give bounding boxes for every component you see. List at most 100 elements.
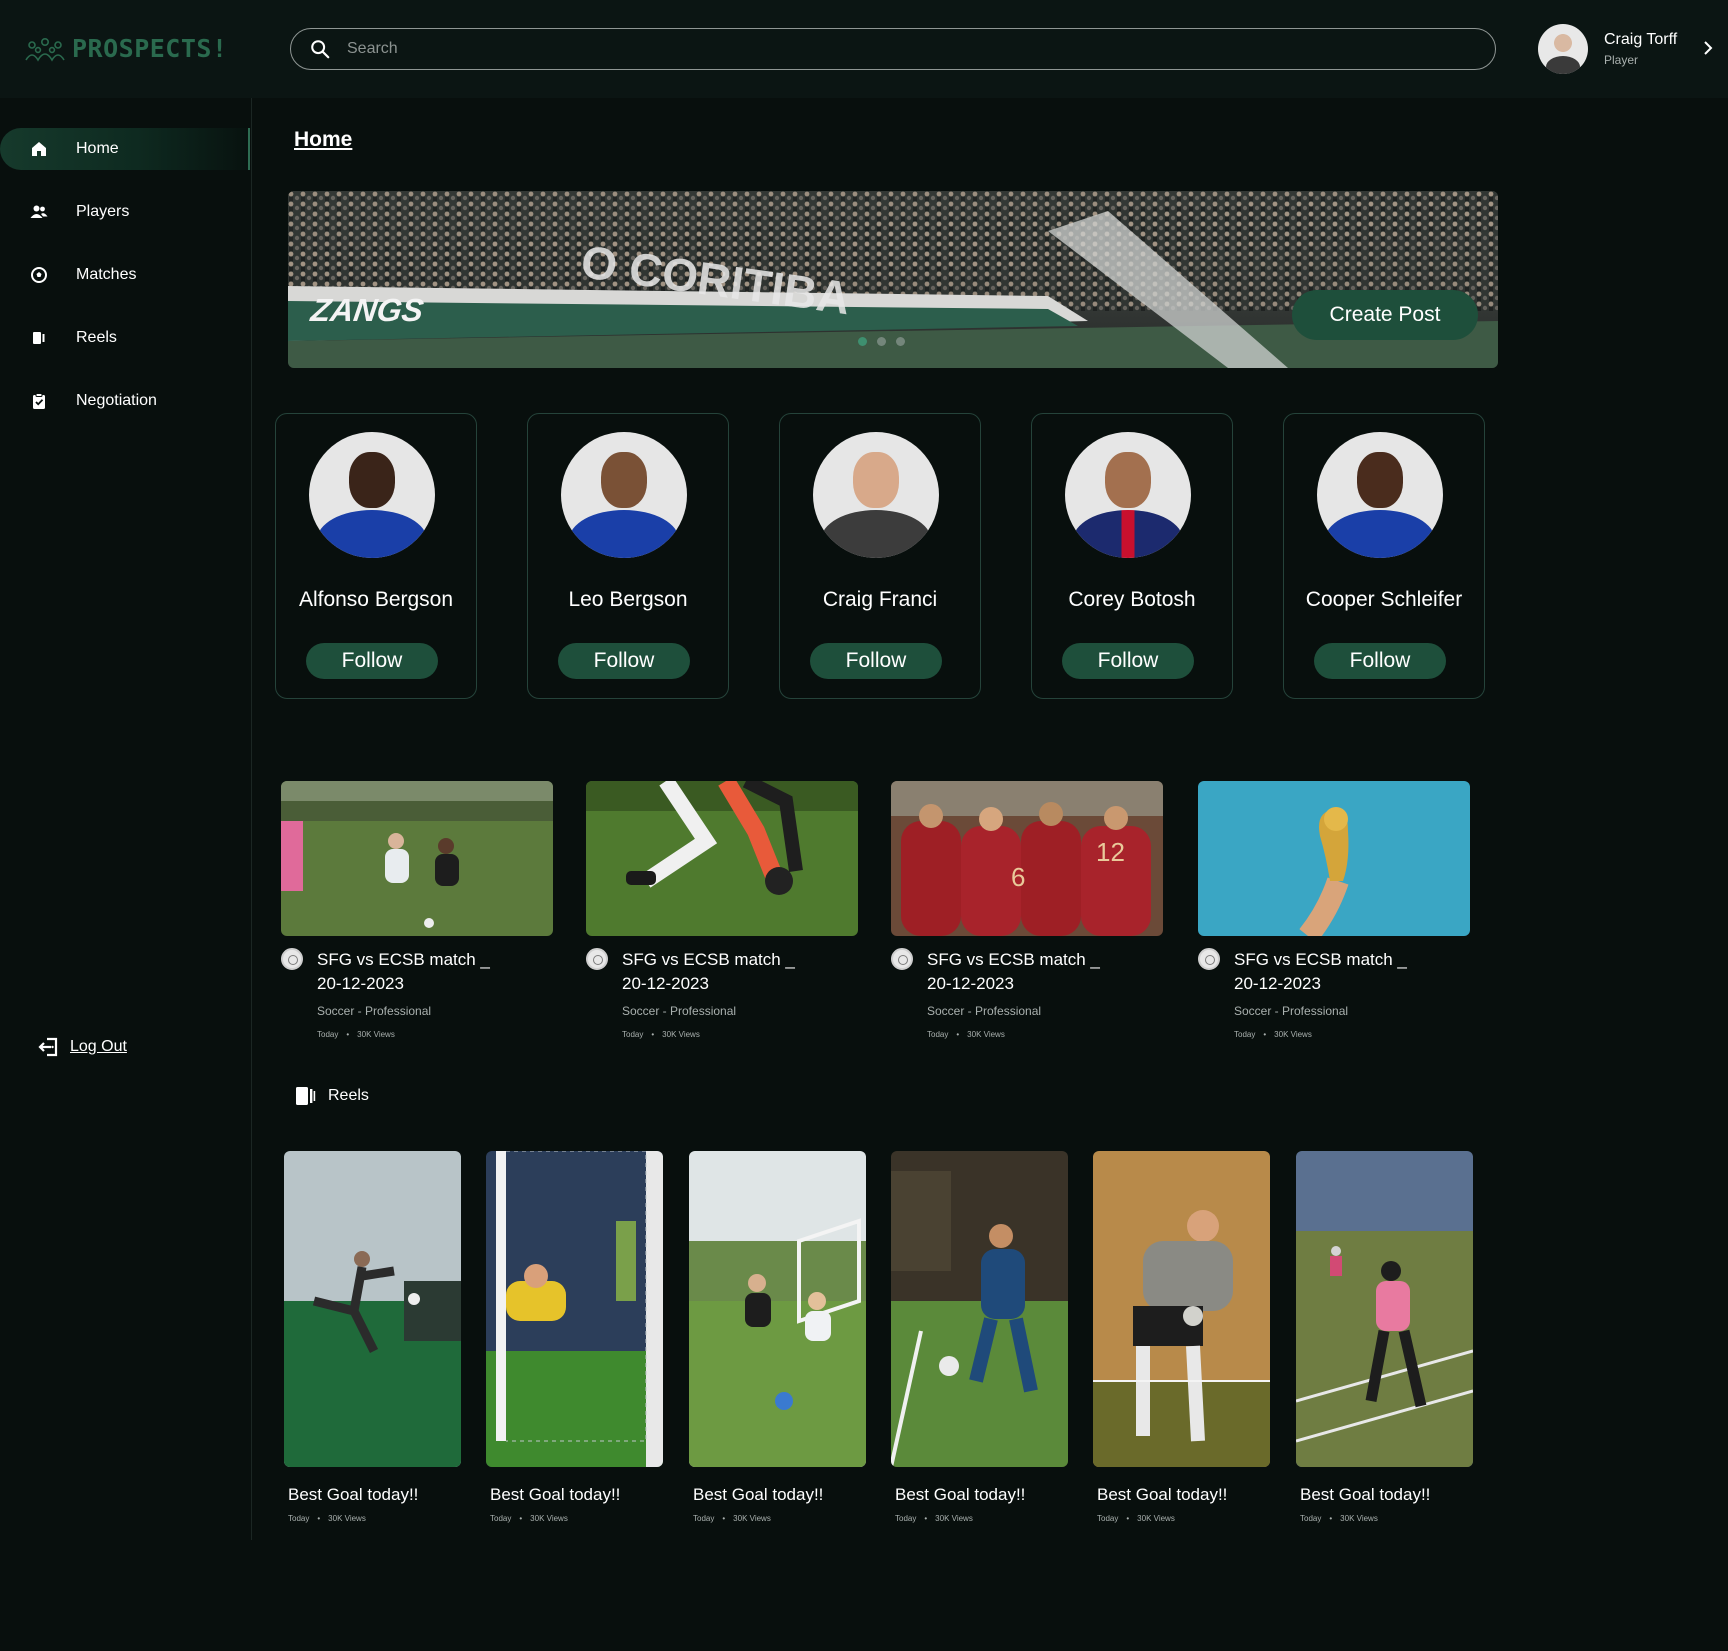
user-profile[interactable]: Craig Torff Player	[1538, 24, 1713, 74]
player-name: Corey Botosh	[1068, 588, 1196, 611]
reel-thumbnail[interactable]	[1093, 1151, 1270, 1467]
reel-thumbnail[interactable]	[284, 1151, 461, 1467]
carousel-dot[interactable]	[877, 337, 886, 346]
player-card[interactable]: Craig Franci Follow	[779, 413, 981, 699]
top-bar: PROSPECTS! Craig Torff Player	[0, 0, 1728, 98]
carousel-dot[interactable]	[858, 337, 867, 346]
dot-separator	[1126, 1514, 1129, 1523]
reel-card[interactable]: Best Goal today!! Today 30K Views	[486, 1151, 663, 1523]
carousel-dot[interactable]	[896, 337, 905, 346]
player-card[interactable]: Corey Botosh Follow	[1031, 413, 1233, 699]
post-date: Today	[1097, 1514, 1119, 1523]
follow-button[interactable]: Follow	[1314, 643, 1446, 679]
reel-card[interactable]: Best Goal today!! Today 30K Views	[1093, 1151, 1270, 1523]
reel-thumbnail[interactable]	[689, 1151, 866, 1467]
reel-title[interactable]: Best Goal today!!	[895, 1485, 1068, 1505]
avatar[interactable]	[1538, 24, 1588, 74]
reel-card[interactable]: Best Goal today!! Today 30K Views	[891, 1151, 1068, 1523]
reel-title[interactable]: Best Goal today!!	[693, 1485, 866, 1505]
reel-thumbnail[interactable]	[1296, 1151, 1473, 1467]
sidebar-item-reels[interactable]: Reels	[0, 317, 250, 359]
player-name: Cooper Schleifer	[1305, 588, 1463, 611]
player-card[interactable]: Alfonso Bergson Follow	[275, 413, 477, 699]
reels-icon	[33, 332, 45, 344]
reel-title[interactable]: Best Goal today!!	[1097, 1485, 1270, 1505]
reel-title[interactable]: Best Goal today!!	[490, 1485, 663, 1505]
reel-thumbnail[interactable]	[891, 1151, 1068, 1467]
search-input[interactable]	[347, 40, 1447, 58]
dot-separator	[519, 1514, 522, 1523]
follow-button[interactable]: Follow	[306, 643, 438, 679]
post-date: Today	[490, 1514, 512, 1523]
sidebar-item-label: Reels	[76, 329, 117, 346]
view-count: 30K Views	[967, 1030, 1005, 1039]
view-count: 30K Views	[530, 1514, 568, 1523]
match-title[interactable]: SFG vs ECSB match _ 20-12-2023	[927, 948, 1127, 996]
match-title[interactable]: SFG vs ECSB match _ 20-12-2023	[1234, 948, 1434, 996]
search-bar[interactable]	[290, 28, 1496, 70]
match-title[interactable]: SFG vs ECSB match _ 20-12-2023	[317, 948, 517, 996]
sidebar: Home Players Matches Reels Negotiation L…	[0, 98, 252, 1540]
soccer-ball-icon	[31, 267, 47, 283]
view-count: 30K Views	[935, 1514, 973, 1523]
create-post-button[interactable]: Create Post	[1292, 290, 1478, 340]
player-photo	[1065, 432, 1191, 558]
app-logo[interactable]: PROSPECTS!	[24, 34, 228, 63]
reel-card[interactable]: Best Goal today!! Today 30K Views	[1296, 1151, 1473, 1523]
dot-separator	[956, 1030, 959, 1039]
match-card[interactable]: 6 12 SFG vs ECSB match _ 20-12-2023 Socc…	[891, 781, 1163, 1039]
reel-card[interactable]: Best Goal today!! Today 30K Views	[284, 1151, 461, 1523]
match-card[interactable]: SFG vs ECSB match _ 20-12-2023 Soccer - …	[281, 781, 553, 1039]
sidebar-item-players[interactable]: Players	[0, 191, 250, 233]
post-date: Today	[927, 1030, 949, 1039]
player-name: Alfonso Bergson	[298, 588, 454, 611]
match-card[interactable]: SFG vs ECSB match _ 20-12-2023 Soccer - …	[586, 781, 858, 1039]
logo-text: PROSPECTS!	[72, 34, 228, 63]
logout-button[interactable]: Log Out	[38, 1036, 127, 1058]
player-photo	[1317, 432, 1443, 558]
match-thumbnail[interactable]	[586, 781, 858, 936]
match-title[interactable]: SFG vs ECSB match _ 20-12-2023	[622, 948, 822, 996]
reel-title[interactable]: Best Goal today!!	[288, 1485, 461, 1505]
hero-banner: ZANGS O CORITIBA Create Post	[288, 191, 1498, 368]
reels-icon	[296, 1087, 316, 1105]
sidebar-item-home[interactable]: Home	[0, 128, 250, 170]
player-name: Leo Bergson	[568, 588, 688, 611]
sidebar-item-label: Home	[76, 140, 119, 157]
user-name: Craig Torff	[1604, 31, 1678, 48]
view-count: 30K Views	[1274, 1030, 1312, 1039]
dot-separator	[317, 1514, 320, 1523]
follow-button[interactable]: Follow	[1062, 643, 1194, 679]
sidebar-item-matches[interactable]: Matches	[0, 254, 250, 296]
reel-thumbnail[interactable]	[486, 1151, 663, 1467]
search-icon	[311, 40, 330, 59]
dot-separator	[1329, 1514, 1332, 1523]
view-count: 30K Views	[662, 1030, 700, 1039]
carousel-dots	[858, 337, 905, 346]
sidebar-item-negotiation[interactable]: Negotiation	[0, 380, 250, 422]
follow-button[interactable]: Follow	[810, 643, 942, 679]
post-date: Today	[1300, 1514, 1322, 1523]
match-thumbnail[interactable]: 6 12	[891, 781, 1163, 936]
player-card[interactable]: Leo Bergson Follow	[527, 413, 729, 699]
follow-button[interactable]: Follow	[558, 643, 690, 679]
reel-title[interactable]: Best Goal today!!	[1300, 1485, 1473, 1505]
sidebar-item-label: Negotiation	[76, 392, 157, 409]
chevron-right-icon[interactable]	[1700, 40, 1716, 56]
post-date: Today	[317, 1030, 339, 1039]
dot-separator	[1263, 1030, 1266, 1039]
club-badge-icon	[281, 948, 303, 970]
player-card[interactable]: Cooper Schleifer Follow	[1283, 413, 1485, 699]
match-thumbnail[interactable]	[1198, 781, 1470, 936]
player-photo	[309, 432, 435, 558]
player-name: Craig Franci	[822, 588, 938, 611]
svg-text:ZANGS: ZANGS	[308, 292, 427, 328]
view-count: 30K Views	[733, 1514, 771, 1523]
clipboard-icon	[33, 393, 45, 409]
svg-text:12: 12	[1096, 837, 1125, 867]
match-card[interactable]: SFG vs ECSB match _ 20-12-2023 Soccer - …	[1198, 781, 1470, 1039]
match-thumbnail[interactable]	[281, 781, 553, 936]
reel-card[interactable]: Best Goal today!! Today 30K Views	[689, 1151, 866, 1523]
player-photo	[813, 432, 939, 558]
post-date: Today	[622, 1030, 644, 1039]
